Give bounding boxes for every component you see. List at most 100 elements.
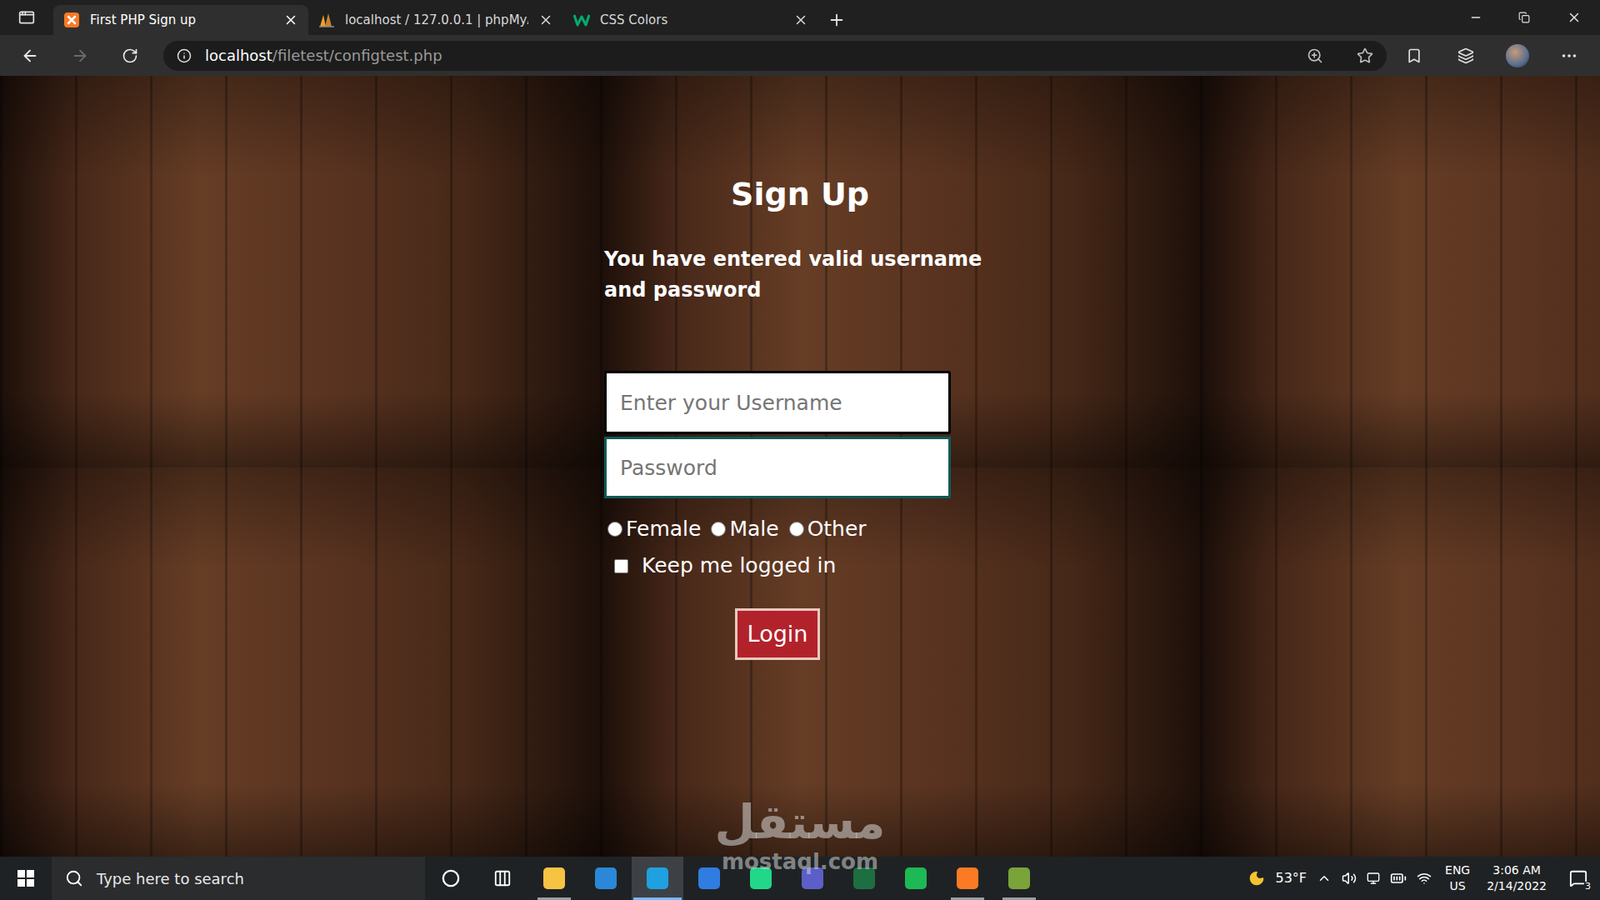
signup-panel: Sign Up You have entered valid username a… (604, 75, 996, 660)
new-tab-button[interactable] (818, 5, 855, 35)
task-view-icon (493, 869, 512, 888)
app-icon (595, 867, 617, 890)
add-favorite-icon[interactable] (1356, 47, 1374, 65)
gender-radio[interactable]: Male (710, 515, 779, 544)
app-icon (853, 867, 875, 890)
menu-button[interactable] (1545, 39, 1594, 73)
cortana-button[interactable] (425, 856, 477, 900)
signup-form: Female Male Other Keep me logged in Login (604, 370, 951, 660)
remember-checkbox[interactable]: Keep me logged in (604, 551, 951, 580)
minimize-button[interactable] (1451, 0, 1500, 35)
weather-moon-icon (1248, 870, 1265, 887)
close-button[interactable] (1548, 0, 1600, 35)
taskbar-app[interactable] (735, 856, 787, 900)
display-icon[interactable] (1366, 871, 1380, 885)
minimize-icon (1469, 10, 1483, 25)
back-icon (20, 46, 40, 65)
favorites-button[interactable] (1390, 39, 1439, 73)
watermark: مستقلmostaql.com (701, 795, 899, 875)
tab-strip: First PHP Sign up localhost / 127.0.0.1 |… (0, 0, 1600, 35)
w3schools-icon (573, 12, 590, 28)
taskbar-app[interactable] (528, 856, 580, 900)
password-input[interactable] (604, 436, 951, 499)
language[interactable]: ENGUS (1441, 862, 1474, 895)
back-button[interactable] (6, 39, 54, 73)
restore-button[interactable] (1500, 0, 1549, 35)
collections-button[interactable] (1441, 39, 1490, 73)
tab-actions-icon (18, 9, 35, 26)
more-icon (1560, 46, 1579, 65)
windows-logo-icon (17, 870, 35, 887)
volume-icon[interactable] (1341, 870, 1357, 886)
favorites-icon (1405, 47, 1423, 65)
taskbar-app[interactable] (890, 856, 942, 900)
app-icon (956, 867, 979, 890)
restore-icon (1518, 11, 1530, 24)
status-message: You have entered valid username and pass… (604, 244, 996, 306)
app-icon (801, 867, 824, 890)
hidden-icons-icon[interactable] (1316, 870, 1332, 886)
search-box[interactable]: Type here to search (51, 856, 425, 900)
forward-icon (70, 46, 90, 65)
tab-title: First PHP Sign up (90, 10, 274, 30)
xampp-icon (63, 11, 80, 29)
search-icon (65, 869, 84, 888)
radio-mark (789, 521, 805, 537)
running-indicator (633, 897, 682, 900)
wifi-icon[interactable] (1416, 870, 1432, 886)
gender-radio[interactable]: Other (789, 515, 867, 544)
running-indicator (950, 897, 985, 900)
start-button[interactable] (0, 856, 52, 900)
profile-button[interactable] (1493, 39, 1542, 73)
heading: Sign Up (604, 174, 996, 215)
reload-icon (121, 47, 139, 65)
browser-tab[interactable]: CSS Colors (563, 5, 819, 35)
running-indicator (537, 897, 571, 900)
tab-actions[interactable] (0, 0, 54, 35)
watermark-site: mostaql.com (721, 849, 879, 875)
clock[interactable]: 3:06 AM2/14/2022 (1483, 862, 1550, 895)
tab-title: localhost / 127.0.0.1 | phpMyAdn (345, 10, 529, 30)
toolbar: localhost/filetest/configtest.php (0, 35, 1600, 76)
taskbar-app[interactable] (786, 856, 839, 900)
page: Sign Up You have entered valid username a… (0, 75, 1600, 857)
url: localhost/filetest/configtest.php (205, 44, 1294, 67)
battery-icon[interactable] (1390, 870, 1407, 887)
taskbar-app[interactable] (631, 856, 684, 900)
cortana-icon (441, 869, 460, 888)
task-view-button[interactable] (476, 856, 529, 900)
search-placeholder: Type here to search (96, 867, 245, 890)
running-indicator (1002, 897, 1036, 900)
taskbar: Type here to search 53°F ENGUS 3:06 AM2/14/… (0, 856, 1600, 900)
reload-button[interactable] (106, 39, 154, 73)
collections-icon (1457, 47, 1475, 65)
login-button[interactable]: Login (735, 608, 821, 660)
taskbar-app[interactable] (683, 856, 735, 900)
app-icon (646, 867, 669, 890)
address-bar[interactable]: localhost/filetest/configtest.php (163, 40, 1387, 71)
forward-button (56, 39, 104, 73)
taskbar-app[interactable] (993, 856, 1045, 900)
browser-tab[interactable]: First PHP Sign up (53, 5, 309, 35)
gender-radio[interactable]: Female (607, 515, 701, 544)
weather[interactable]: 53°F (1275, 868, 1307, 889)
notification-count: 3 (1584, 881, 1592, 892)
zoom-icon[interactable] (1306, 47, 1324, 65)
tab-title: CSS Colors (600, 10, 784, 30)
site-info-icon[interactable] (176, 48, 192, 64)
browser-tab[interactable]: localhost / 127.0.0.1 | phpMyAdn (308, 5, 564, 35)
taskbar-app[interactable] (838, 856, 890, 900)
notifications-button[interactable]: 3 (1560, 856, 1597, 900)
close-tab-icon[interactable] (793, 12, 809, 28)
checkbox-mark (614, 559, 629, 574)
close-tab-icon[interactable] (538, 12, 554, 28)
taskbar-app[interactable] (941, 856, 994, 900)
phpmyadmin-icon (318, 12, 335, 28)
close-tab-icon[interactable] (283, 12, 299, 28)
app-icon (1008, 867, 1030, 890)
username-input[interactable] (604, 370, 951, 435)
close-icon (1566, 10, 1582, 25)
taskbar-app[interactable] (580, 856, 632, 900)
avatar-icon (1505, 44, 1530, 68)
app-icon (698, 867, 720, 890)
